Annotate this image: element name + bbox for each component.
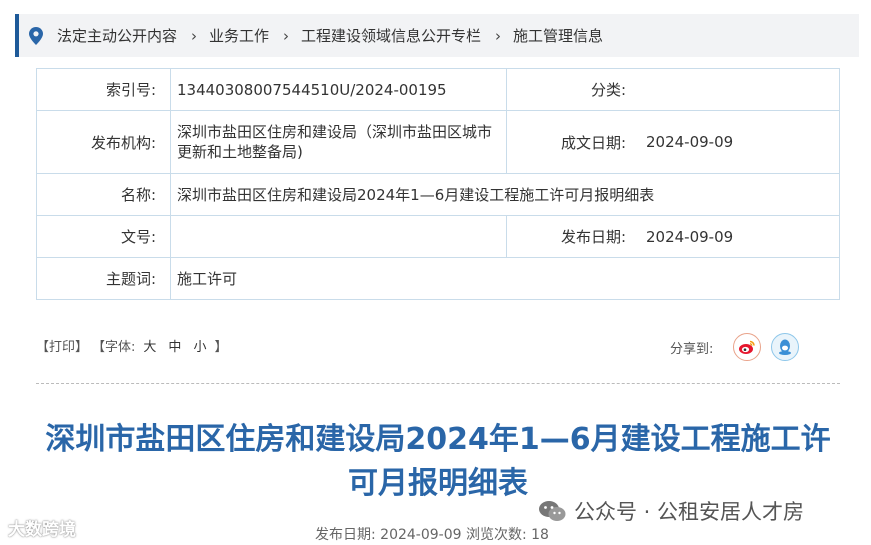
breadcrumb-item-public-content[interactable]: 法定主动公开内容 xyxy=(57,25,177,46)
font-size-suffix: 】 xyxy=(214,340,228,355)
metadata-table: 索引号: 13440308007544510U/2024-00195 分类: 发… xyxy=(36,68,840,300)
chevron-right-icon: › xyxy=(283,26,290,45)
category-value xyxy=(640,68,840,111)
chevron-right-icon: › xyxy=(191,26,198,45)
created-date-value: 2024-09-09 xyxy=(640,110,840,174)
font-size-small[interactable]: 小 xyxy=(193,336,206,355)
breadcrumb: 法定主动公开内容 › 业务工作 › 工程建设领域信息公开专栏 › 施工管理信息 xyxy=(15,14,859,57)
doc-number-label: 文号: xyxy=(36,215,171,258)
qq-icon[interactable] xyxy=(771,333,800,361)
article-tools: 【打印】 【字体: 大 中 小 】 xyxy=(36,336,227,355)
chevron-right-icon: › xyxy=(495,26,502,45)
font-size-large[interactable]: 大 xyxy=(143,336,156,355)
created-date-label: 成文日期: xyxy=(506,110,640,174)
weibo-icon[interactable] xyxy=(733,333,762,361)
name-value: 深圳市盐田区住房和建设局2024年1—6月建设工程施工许可月报明细表 xyxy=(170,173,840,216)
publish-date-value: 2024-09-09 xyxy=(640,215,840,258)
wechat-icon xyxy=(539,501,566,521)
share-label: 分享到: xyxy=(670,341,714,357)
doc-number-value xyxy=(170,215,507,258)
article-title: 深圳市盐田区住房和建设局2024年1—6月建设工程施工许可月报明细表 xyxy=(45,422,831,501)
publisher-label: 发布机构: xyxy=(36,110,171,174)
category-label: 分类: xyxy=(506,68,640,111)
publisher-value: 深圳市盐田区住房和建设局（深圳市盐田区城市更新和土地整备局) xyxy=(170,110,507,174)
topic-label: 主题词: xyxy=(36,257,171,300)
article-footer-info: 发布日期: 2024-09-09 浏览次数: 18 xyxy=(315,527,549,543)
breadcrumb-item-engineering[interactable]: 工程建设领域信息公开专栏 xyxy=(301,25,481,46)
font-size-medium[interactable]: 中 xyxy=(168,336,181,355)
breadcrumb-item-business[interactable]: 业务工作 xyxy=(209,25,269,46)
watermark-right-text: 公众号 · 公租安居人才房 xyxy=(574,500,805,524)
watermark-left: 大数跨境 xyxy=(8,520,76,540)
index-value: 13440308007544510U/2024-00195 xyxy=(170,68,507,111)
location-pin-icon xyxy=(29,26,43,45)
topic-value: 施工许可 xyxy=(170,257,840,300)
watermark-right: 公众号 · 公租安居人才房 xyxy=(538,496,804,526)
font-size-prefix: 【字体: xyxy=(92,340,136,355)
breadcrumb-item-construction[interactable]: 施工管理信息 xyxy=(513,25,603,46)
publish-date-label: 发布日期: xyxy=(506,215,640,258)
print-link[interactable]: 【打印】 xyxy=(36,336,88,355)
divider xyxy=(36,383,840,384)
share-bar: 分享到: xyxy=(670,333,800,361)
index-label: 索引号: xyxy=(36,68,171,111)
name-label: 名称: xyxy=(36,173,171,216)
